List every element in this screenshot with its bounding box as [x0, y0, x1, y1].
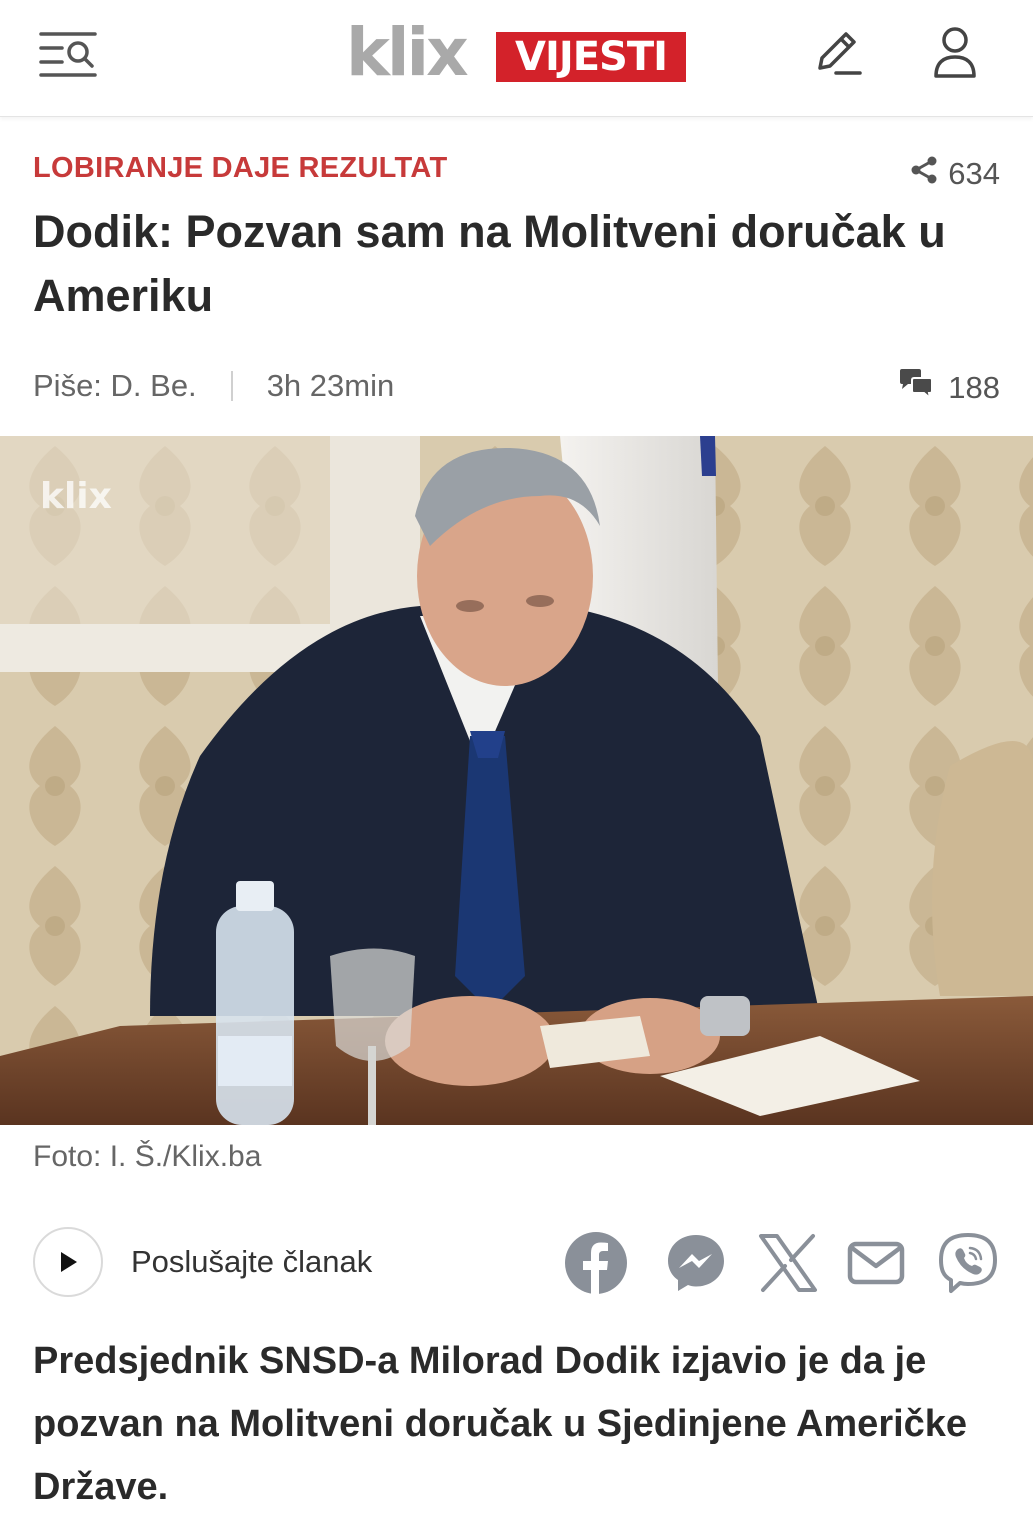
article-time: 3h 23min	[266, 368, 395, 403]
article-meta: Piše: D. Be. 3h 23min	[33, 368, 394, 404]
article-photo[interactable]: klix	[0, 436, 1033, 1125]
comments-count: 188	[948, 370, 1000, 405]
pencil-icon[interactable]	[810, 26, 864, 80]
top-header: klix VIJESTI	[0, 0, 1033, 117]
listen-label: Poslušajte članak	[131, 1244, 373, 1279]
viber-icon[interactable]	[937, 1232, 999, 1294]
x-icon[interactable]	[757, 1232, 819, 1294]
listen-article[interactable]: Poslušajte članak	[33, 1227, 372, 1297]
messenger-icon[interactable]	[665, 1232, 727, 1294]
play-button[interactable]	[33, 1227, 103, 1297]
comments-link[interactable]: 188	[898, 368, 1000, 408]
photo-watermark: klix	[40, 476, 112, 517]
meta-divider	[230, 371, 233, 401]
article-lead: Predsjednik SNSD-a Milorad Dodik izjavio…	[33, 1340, 968, 1508]
article-category[interactable]: LOBIRANJE DAJE REZULTAT	[33, 152, 448, 185]
logo-badge-text: VIJESTI	[514, 34, 668, 80]
email-icon[interactable]	[845, 1232, 907, 1294]
share-count[interactable]: 634	[910, 156, 1000, 192]
comments-icon	[898, 368, 934, 408]
logo-klix-text: klix	[346, 14, 469, 91]
share-count-value: 634	[948, 156, 1000, 191]
facebook-icon[interactable]	[565, 1232, 627, 1294]
article-author[interactable]: Piše: D. Be.	[33, 368, 197, 404]
article-title: Dodik: Pozvan sam na Molitveni doručak u…	[33, 206, 946, 321]
play-icon	[61, 1252, 77, 1272]
user-icon[interactable]	[928, 24, 982, 82]
menu-search-icon[interactable]	[38, 28, 98, 78]
site-logo[interactable]: klix VIJESTI	[346, 20, 688, 88]
logo-section-badge: VIJESTI	[496, 32, 686, 82]
share-icon	[910, 156, 938, 192]
photo-caption: Foto: I. Š./Klix.ba	[33, 1140, 262, 1173]
